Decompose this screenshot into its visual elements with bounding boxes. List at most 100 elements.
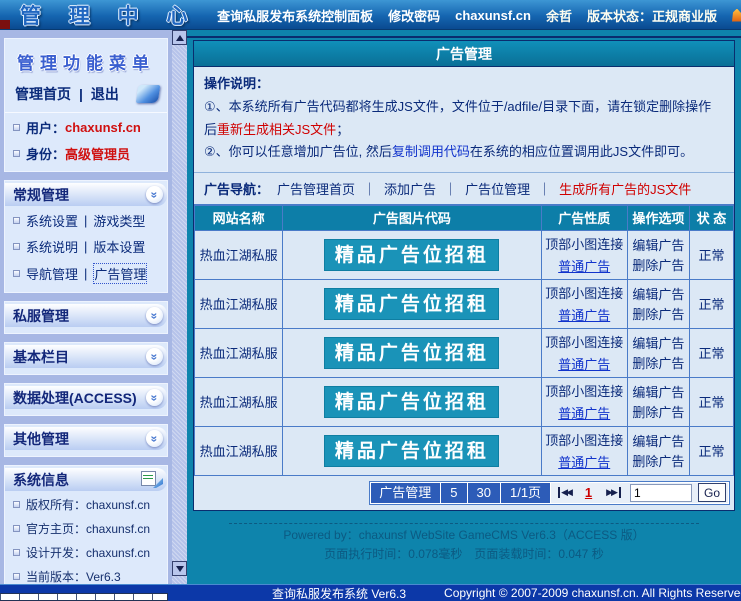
section-label: 常规管理	[13, 185, 69, 205]
adnav-add-link[interactable]: 添加广告	[384, 179, 436, 198]
ad-banner-image[interactable]: 精品广告位招租	[324, 288, 499, 320]
copy-call-code-link[interactable]: 复制调用代码	[392, 144, 470, 159]
section-label: 系统信息	[13, 470, 69, 490]
edit-ad-link[interactable]: 编辑广告	[628, 382, 689, 401]
control-panel-link[interactable]: 查询私服发布系统控制面板	[217, 6, 373, 25]
link-version-settings[interactable]: 版本设置	[93, 237, 145, 256]
chevron-double-down-icon: »	[146, 307, 163, 324]
section-header-basic-columns[interactable]: 基本栏目 »	[5, 345, 167, 368]
bullet-icon	[13, 573, 20, 580]
sidebar-header-box: 管理功能菜单 管理首页 | 退出 用户： chaxunsf.cn 身份： 高级管…	[4, 38, 168, 172]
partial-scrollbar-ruler	[0, 593, 168, 601]
main-footer: Powered by：chaxunsf WebSite GameCMS Ver6…	[193, 523, 735, 564]
table-row: 热血江湖私服 精品广告位招租 顶部小图连接普通广告 编辑广告删除广告 正常	[195, 328, 734, 377]
table-row: 热血江湖私服 精品广告位招租 顶部小图连接普通广告 编辑广告删除广告 正常	[195, 230, 734, 279]
ad-nature: 顶部小图连接	[545, 237, 623, 252]
status-value: 正常	[689, 279, 733, 328]
section-header-system-info[interactable]: 系统信息	[5, 468, 167, 491]
chevron-double-down-icon: »	[146, 389, 163, 406]
sidebar-nav-row: 管理首页 | 退出	[5, 80, 167, 113]
edit-ad-link[interactable]: 编辑广告	[628, 284, 689, 303]
flame-icon	[732, 9, 741, 22]
col-header-code: 广告图片代码	[283, 205, 541, 230]
ad-type-link[interactable]: 普通广告	[542, 452, 627, 471]
first-page-icon[interactable]: ◀◀	[558, 487, 571, 498]
logout-link[interactable]: 退出	[91, 84, 119, 104]
powered-by-text: Powered by：chaxunsf WebSite GameCMS Ver6…	[193, 526, 735, 545]
current-page-link[interactable]: 1	[585, 485, 592, 500]
ad-banner-image[interactable]: 精品广告位招租	[324, 435, 499, 467]
link-nav-management[interactable]: 导航管理	[26, 264, 78, 283]
delete-ad-link[interactable]: 删除广告	[628, 304, 689, 323]
instruction-line-2: ②、你可以任意增加广告位, 然后复制调用代码在系统的相应位置调用此JS文件即可。	[204, 141, 724, 164]
section-header-data-processing[interactable]: 数据处理(ACCESS) »	[5, 386, 167, 409]
user-label: 用户：	[26, 118, 65, 137]
col-header-site: 网站名称	[195, 205, 283, 230]
top-menu: 查询私服发布系统控制面板 修改密码 chaxunsf.cn 余哲 版本状态：正规…	[217, 0, 739, 30]
pagination-label: 广告管理	[370, 482, 441, 504]
ad-banner-image[interactable]: 精品广告位招租	[324, 386, 499, 418]
bullet-icon	[13, 549, 20, 556]
edit-ad-link[interactable]: 编辑广告	[628, 431, 689, 450]
role-label: 身份：	[26, 144, 65, 163]
instructions-block: 操作说明： ①、本系统所有广告代码都将生成JS文件，文件位于/adfile/目录…	[194, 67, 734, 172]
table-row: 热血江湖私服 精品广告位招租 顶部小图连接普通广告 编辑广告删除广告 正常	[195, 279, 734, 328]
separator: ｜	[363, 179, 376, 198]
pagination-row: 广告管理 5 30 1/1页 ◀◀ 1 ▶▶ Go	[194, 476, 734, 510]
adnav-generate-js-link[interactable]: 生成所有广告的JS文件	[559, 179, 691, 198]
edit-ad-link[interactable]: 编辑广告	[628, 235, 689, 254]
ad-type-link[interactable]: 普通广告	[542, 256, 627, 275]
section-basic-columns: 基本栏目 »	[4, 342, 168, 375]
separator: ｜	[538, 179, 551, 198]
ad-banner-image[interactable]: 精品广告位招租	[324, 239, 499, 271]
ad-type-link[interactable]: 普通广告	[542, 305, 627, 324]
bottombar-app-name: 查询私服发布系统 Ver6.3	[272, 585, 406, 601]
delete-ad-link[interactable]: 删除广告	[628, 255, 689, 274]
frame-scrollbar[interactable]	[172, 30, 187, 584]
adnav-slots-link[interactable]: 广告位管理	[465, 179, 530, 198]
admin-home-link[interactable]: 管理首页	[15, 84, 71, 104]
link-game-types[interactable]: 游戏类型	[93, 211, 145, 230]
change-password-link[interactable]: 修改密码	[388, 6, 440, 25]
logged-in-user: 余哲	[546, 6, 572, 25]
link-system-settings[interactable]: 系统设置	[26, 211, 78, 230]
ad-banner-image[interactable]: 精品广告位招租	[324, 337, 499, 369]
site-name: 热血江湖私服	[195, 377, 283, 426]
role-row: 身份： 高级管理员	[5, 139, 167, 165]
section-header-private-server[interactable]: 私服管理 »	[5, 304, 167, 327]
sysinfo-copyright: 版权所有：chaxunsf.cn	[26, 496, 150, 513]
instruction-red-text: 重新生成相关JS文件	[217, 122, 336, 137]
link-system-notes[interactable]: 系统说明	[26, 237, 78, 256]
site-link[interactable]: chaxunsf.cn	[455, 8, 531, 23]
menu-item-row: 系统设置 | 游戏类型	[5, 206, 167, 232]
page-number-input[interactable]	[630, 484, 692, 502]
notepad-icon	[141, 471, 163, 488]
ads-table: 网站名称 广告图片代码 广告性质 操作选项 状 态 热血江湖私服 精品广告位招租…	[194, 204, 734, 476]
scroll-up-button[interactable]	[172, 30, 187, 45]
ad-type-link[interactable]: 普通广告	[542, 354, 627, 373]
sysinfo-row: 设计开发：chaxunsf.cn	[5, 539, 167, 563]
site-name: 热血江湖私服	[195, 426, 283, 475]
site-name: 热血江湖私服	[195, 230, 283, 279]
col-header-ops: 操作选项	[627, 205, 689, 230]
status-value: 正常	[689, 230, 733, 279]
decoration-red-sliver	[0, 20, 10, 29]
adnav-home-link[interactable]: 广告管理首页	[277, 179, 355, 198]
scroll-down-button[interactable]	[172, 561, 187, 576]
section-system-info: 系统信息 版权所有：chaxunsf.cn 官方主页：chaxunsf.cn 设…	[4, 465, 168, 594]
section-header-general[interactable]: 常规管理 »	[5, 183, 167, 206]
go-button[interactable]: Go	[698, 483, 726, 502]
delete-ad-link[interactable]: 删除广告	[628, 451, 689, 470]
ad-type-link[interactable]: 普通广告	[542, 403, 627, 422]
delete-ad-link[interactable]: 删除广告	[628, 402, 689, 421]
status-value: 正常	[689, 328, 733, 377]
last-page-icon[interactable]: ▶▶	[606, 487, 621, 498]
pagination-page-size: 5	[441, 482, 467, 504]
section-label: 私服管理	[13, 306, 69, 326]
chevron-double-down-icon: »	[146, 430, 163, 447]
delete-ad-link[interactable]: 删除广告	[628, 353, 689, 372]
section-header-other[interactable]: 其他管理 »	[5, 427, 167, 450]
bottombar-copyright: Copyright © 2007-2009 chaxunsf.cn. All R…	[444, 586, 741, 600]
link-ad-management-current[interactable]: 广告管理	[93, 263, 147, 284]
edit-ad-link[interactable]: 编辑广告	[628, 333, 689, 352]
